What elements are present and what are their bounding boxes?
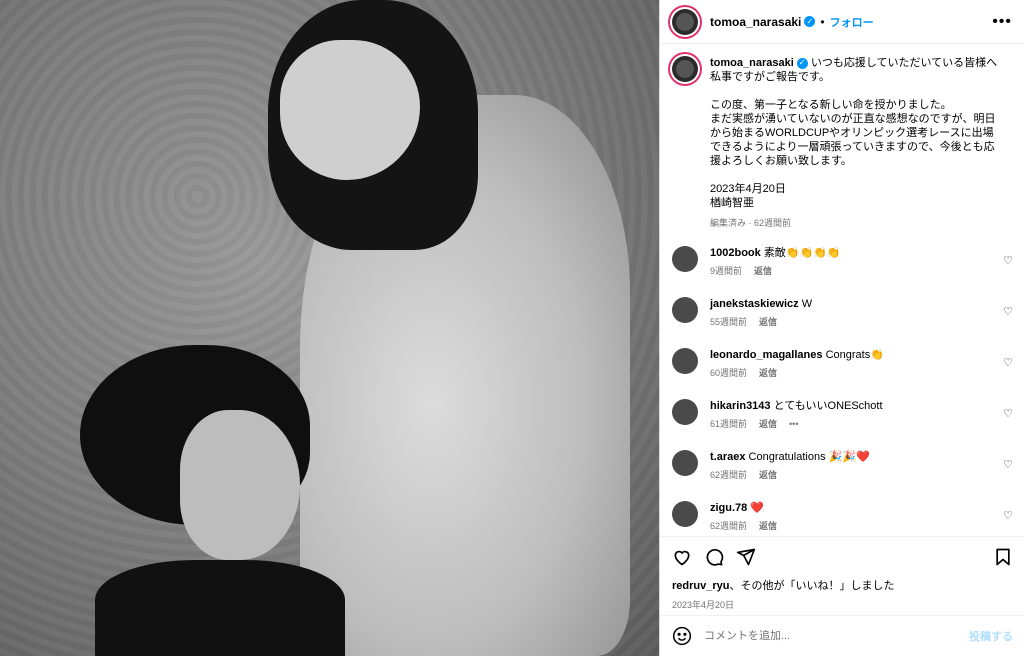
caption-meta: 編集済み · 62週間前	[710, 218, 792, 228]
commenter-avatar[interactable]	[672, 501, 698, 527]
commenter-username[interactable]: leonardo_magallanes	[710, 349, 823, 361]
share-icon[interactable]	[736, 547, 756, 567]
commenter-avatar[interactable]	[672, 450, 698, 476]
post-date[interactable]: 2023年4月20日	[672, 598, 1013, 611]
likes-suffix[interactable]: 、その他が「いいね！」しました	[729, 580, 894, 592]
like-heart-icon[interactable]: ♡	[1003, 509, 1013, 522]
comment-item: 1002book 素敵👏👏👏👏 9週間前 返信 ♡	[660, 236, 1024, 287]
comment-list: 1002book 素敵👏👏👏👏 9週間前 返信 ♡ janekstaskiewic…	[660, 236, 1024, 542]
comment-item: t.araex Congratulations 🎉🎉❤️ 62週間前 返信 ♡	[660, 440, 1024, 491]
reply-button[interactable]: 返信	[754, 266, 772, 276]
heart-icon[interactable]	[672, 547, 692, 567]
caption-text: いつも応援していただいている皆様へ 私事ですがご報告です。 この度、第一子となる…	[710, 57, 998, 209]
like-heart-icon[interactable]: ♡	[1003, 407, 1013, 420]
comment-icon[interactable]	[704, 547, 724, 567]
caption: tomoa_narasaki ✓ いつも応援していただいている皆様へ 私事ですがご…	[660, 44, 1024, 230]
reply-button[interactable]: 返信	[759, 470, 777, 480]
more-icon[interactable]: •••	[992, 13, 1012, 31]
photo-man-body	[95, 560, 345, 656]
follow-button[interactable]: フォロー	[830, 14, 874, 30]
separator-dot: •	[820, 14, 825, 29]
comment-text: W	[801, 298, 813, 310]
comment-text: Congrats👏	[825, 349, 884, 361]
commenter-avatar[interactable]	[672, 246, 698, 272]
comment-item: janekstaskiewicz W 55週間前 返信 ♡	[660, 287, 1024, 338]
post-actions: redruv_ryu、その他が「いいね！」しました 2023年4月20日	[660, 536, 1024, 621]
like-heart-icon[interactable]: ♡	[1003, 254, 1013, 267]
comment-item: hikarin3143 とてもいいONESchott 61週間前 返信 ••• ♡	[660, 389, 1024, 440]
add-comment-bar: 投稿する	[660, 615, 1024, 656]
comment-time[interactable]: 61週間前	[710, 419, 747, 429]
comment-text: 素敵👏👏👏👏	[763, 247, 841, 259]
comment-time[interactable]: 55週間前	[710, 317, 747, 327]
comment-time[interactable]: 62週間前	[710, 521, 747, 531]
comment-text: ❤️	[750, 502, 765, 514]
like-heart-icon[interactable]: ♡	[1003, 305, 1013, 318]
comment-time[interactable]: 62週間前	[710, 470, 747, 480]
verified-icon: ✓	[804, 16, 816, 27]
reply-button[interactable]: 返信	[759, 317, 777, 327]
commenter-username[interactable]: zigu.78	[710, 502, 747, 514]
commenter-avatar[interactable]	[672, 297, 698, 323]
comment-text: Congratulations 🎉🎉❤️	[748, 451, 870, 463]
author-avatar[interactable]	[672, 8, 698, 35]
comment-time[interactable]: 9週間前	[710, 266, 742, 276]
caption-avatar[interactable]	[672, 56, 698, 82]
bookmark-icon[interactable]	[993, 547, 1013, 567]
emoji-icon[interactable]	[672, 626, 692, 646]
commenter-username[interactable]: janekstaskiewicz	[710, 298, 799, 310]
likes-username[interactable]: redruv_ryu	[672, 580, 729, 592]
comment-options-icon[interactable]: •••	[789, 419, 798, 429]
photo-man-face	[180, 410, 300, 560]
author-username[interactable]: tomoa_narasaki	[710, 15, 801, 29]
commenter-username[interactable]: t.araex	[710, 451, 745, 463]
caption-username[interactable]: tomoa_narasaki	[710, 57, 794, 69]
reply-button[interactable]: 返信	[759, 419, 777, 429]
like-heart-icon[interactable]: ♡	[1003, 458, 1013, 471]
commenter-username[interactable]: 1002book	[710, 247, 761, 259]
post-photo[interactable]	[0, 0, 659, 656]
post-comment-button[interactable]: 投稿する	[969, 628, 1013, 644]
comment-item: zigu.78 ❤️ 62週間前 返信 ♡	[660, 491, 1024, 542]
comment-time[interactable]: 60週間前	[710, 368, 747, 378]
post-header: tomoa_narasaki ✓ • フォロー •••	[660, 0, 1024, 44]
comment-text: とてもいいONESchott	[773, 400, 883, 412]
comment-item: leonardo_magallanes Congrats👏 60週間前 返信 ♡	[660, 338, 1024, 389]
reply-button[interactable]: 返信	[759, 521, 777, 531]
reply-button[interactable]: 返信	[759, 368, 777, 378]
like-heart-icon[interactable]: ♡	[1003, 356, 1013, 369]
verified-icon: ✓	[796, 57, 808, 69]
post-side-panel: tomoa_narasaki ✓ • フォロー ••• tomoa_narasa…	[659, 0, 1024, 656]
commenter-avatar[interactable]	[672, 399, 698, 425]
commenter-username[interactable]: hikarin3143	[710, 400, 771, 412]
caption-body: tomoa_narasaki ✓ いつも応援していただいている皆様へ 私事ですがご…	[710, 56, 1000, 230]
commenter-avatar[interactable]	[672, 348, 698, 374]
likes-summary: redruv_ryu、その他が「いいね！」しました	[672, 577, 1013, 593]
comment-input[interactable]	[704, 630, 969, 642]
